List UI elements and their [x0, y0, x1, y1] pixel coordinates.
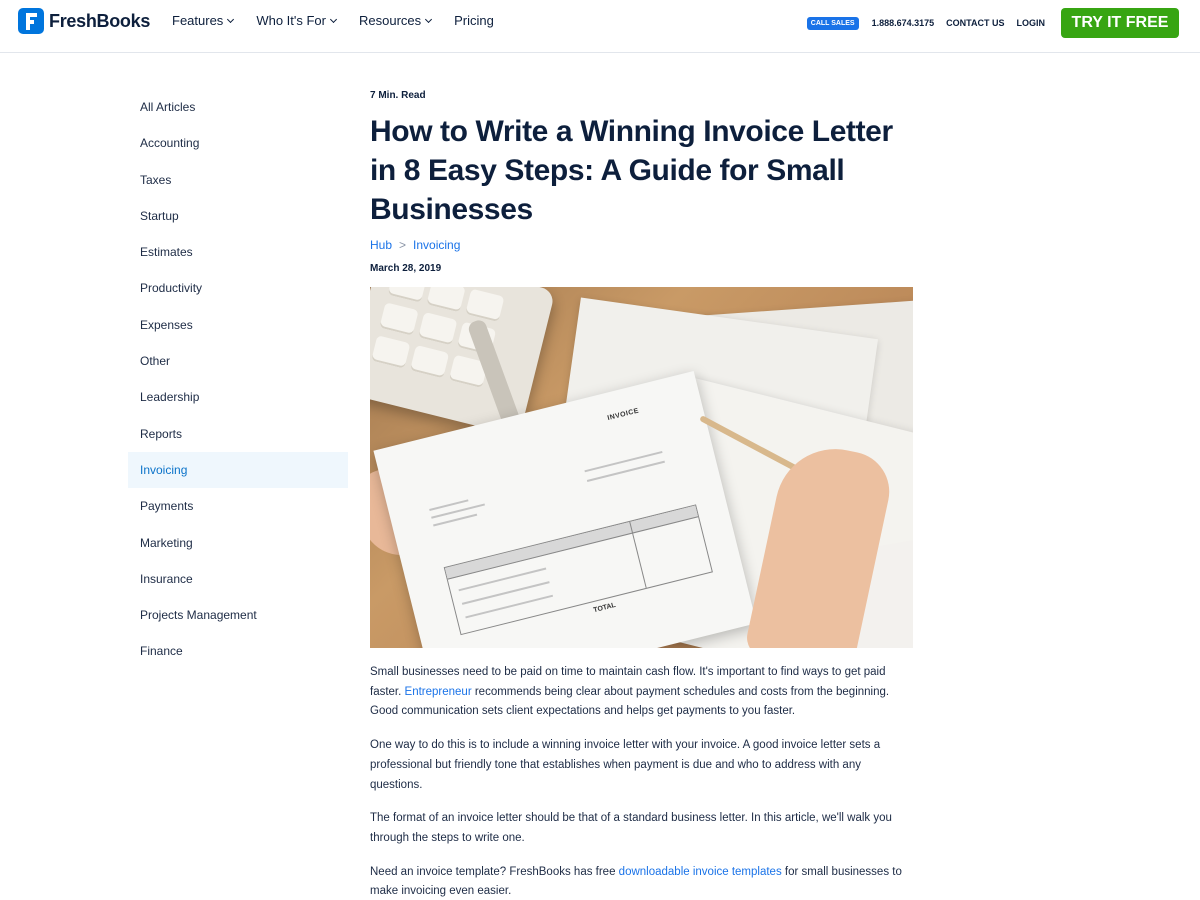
nav-who-its-for-label: Who It's For — [256, 13, 326, 28]
sidebar-item-other[interactable]: Other — [128, 343, 348, 379]
nav-resources[interactable]: Resources — [358, 13, 433, 28]
chevron-down-icon — [425, 15, 433, 23]
nav-pricing-label: Pricing — [454, 13, 494, 28]
sidebar-item-startup[interactable]: Startup — [128, 198, 348, 234]
breadcrumb-separator: > — [399, 238, 407, 252]
sidebar-item-taxes[interactable]: Taxes — [128, 162, 348, 198]
invoice-total-label: TOTAL — [592, 601, 617, 615]
sidebar-item-leadership[interactable]: Leadership — [128, 379, 348, 415]
nav-who-its-for[interactable]: Who It's For — [256, 13, 338, 28]
nav-features[interactable]: Features — [172, 13, 235, 28]
main-nav: Features Who It's For Resources Pricing — [172, 13, 517, 28]
sidebar-item-all-articles[interactable]: All Articles — [128, 89, 348, 125]
article: 7 Min. Read How to Write a Winning Invoi… — [370, 90, 913, 900]
invoice-label: INVOICE — [606, 407, 640, 423]
article-title: How to Write a Winning Invoice Letter in… — [370, 115, 893, 226]
try-it-free-button[interactable]: TRY IT FREE — [1061, 8, 1179, 38]
breadcrumb: Hub > Invoicing — [370, 238, 913, 252]
sidebar-item-marketing[interactable]: Marketing — [128, 525, 348, 561]
article-paragraph: One way to do this is to include a winni… — [370, 739, 881, 791]
sidebar-item-invoicing[interactable]: Invoicing — [128, 451, 348, 489]
sidebar-item-insurance[interactable]: Insurance — [128, 561, 348, 597]
hero-image: INVOICE TOTAL — [370, 287, 913, 648]
sidebar-item-accounting[interactable]: Accounting — [128, 125, 348, 161]
sidebar-item-projects-management[interactable]: Projects Management — [128, 597, 348, 633]
contact-us-link[interactable]: CONTACT US — [946, 18, 1004, 28]
phone-number-link[interactable]: 1.888.674.3175 — [872, 18, 935, 28]
site-header: FreshBooks Features Who It's For Resourc… — [0, 0, 1200, 53]
article-paragraph: Small businesses need to be paid on time… — [370, 666, 890, 718]
category-sidebar: All Articles Accounting Taxes Startup Es… — [128, 89, 348, 670]
login-link[interactable]: LOGIN — [1017, 18, 1046, 28]
breadcrumb-hub[interactable]: Hub — [370, 238, 392, 252]
entrepreneur-link[interactable]: Entrepreneur — [405, 686, 472, 698]
sidebar-item-expenses[interactable]: Expenses — [128, 307, 348, 343]
sidebar-item-estimates[interactable]: Estimates — [128, 234, 348, 270]
article-paragraph: The format of an invoice letter should b… — [370, 812, 892, 844]
chevron-down-icon — [329, 15, 338, 23]
invoice-templates-link[interactable]: downloadable invoice templates — [619, 866, 782, 878]
sidebar-item-payments[interactable]: Payments — [128, 488, 348, 524]
call-sales-badge[interactable]: CALL SALES — [806, 17, 859, 30]
publish-date: March 28, 2019 — [370, 263, 442, 274]
freshbooks-logo[interactable]: FreshBooks — [18, 8, 150, 34]
utility-nav: CALL SALES 1.888.674.3175 CONTACT US LOG… — [806, 8, 1179, 38]
chevron-down-icon — [227, 15, 235, 23]
read-time: 7 Min. Read — [370, 90, 426, 101]
nav-resources-label: Resources — [358, 13, 422, 28]
nav-features-label: Features — [172, 13, 224, 28]
freshbooks-logo-icon — [18, 8, 44, 34]
sidebar-item-productivity[interactable]: Productivity — [128, 270, 348, 306]
sidebar-item-reports[interactable]: Reports — [128, 416, 348, 452]
sidebar-item-finance[interactable]: Finance — [128, 633, 348, 669]
nav-pricing[interactable]: Pricing — [454, 13, 494, 28]
breadcrumb-invoicing[interactable]: Invoicing — [413, 238, 460, 252]
logo-text: FreshBooks — [49, 10, 151, 31]
article-paragraph: Need an invoice template? FreshBooks has… — [370, 865, 902, 898]
